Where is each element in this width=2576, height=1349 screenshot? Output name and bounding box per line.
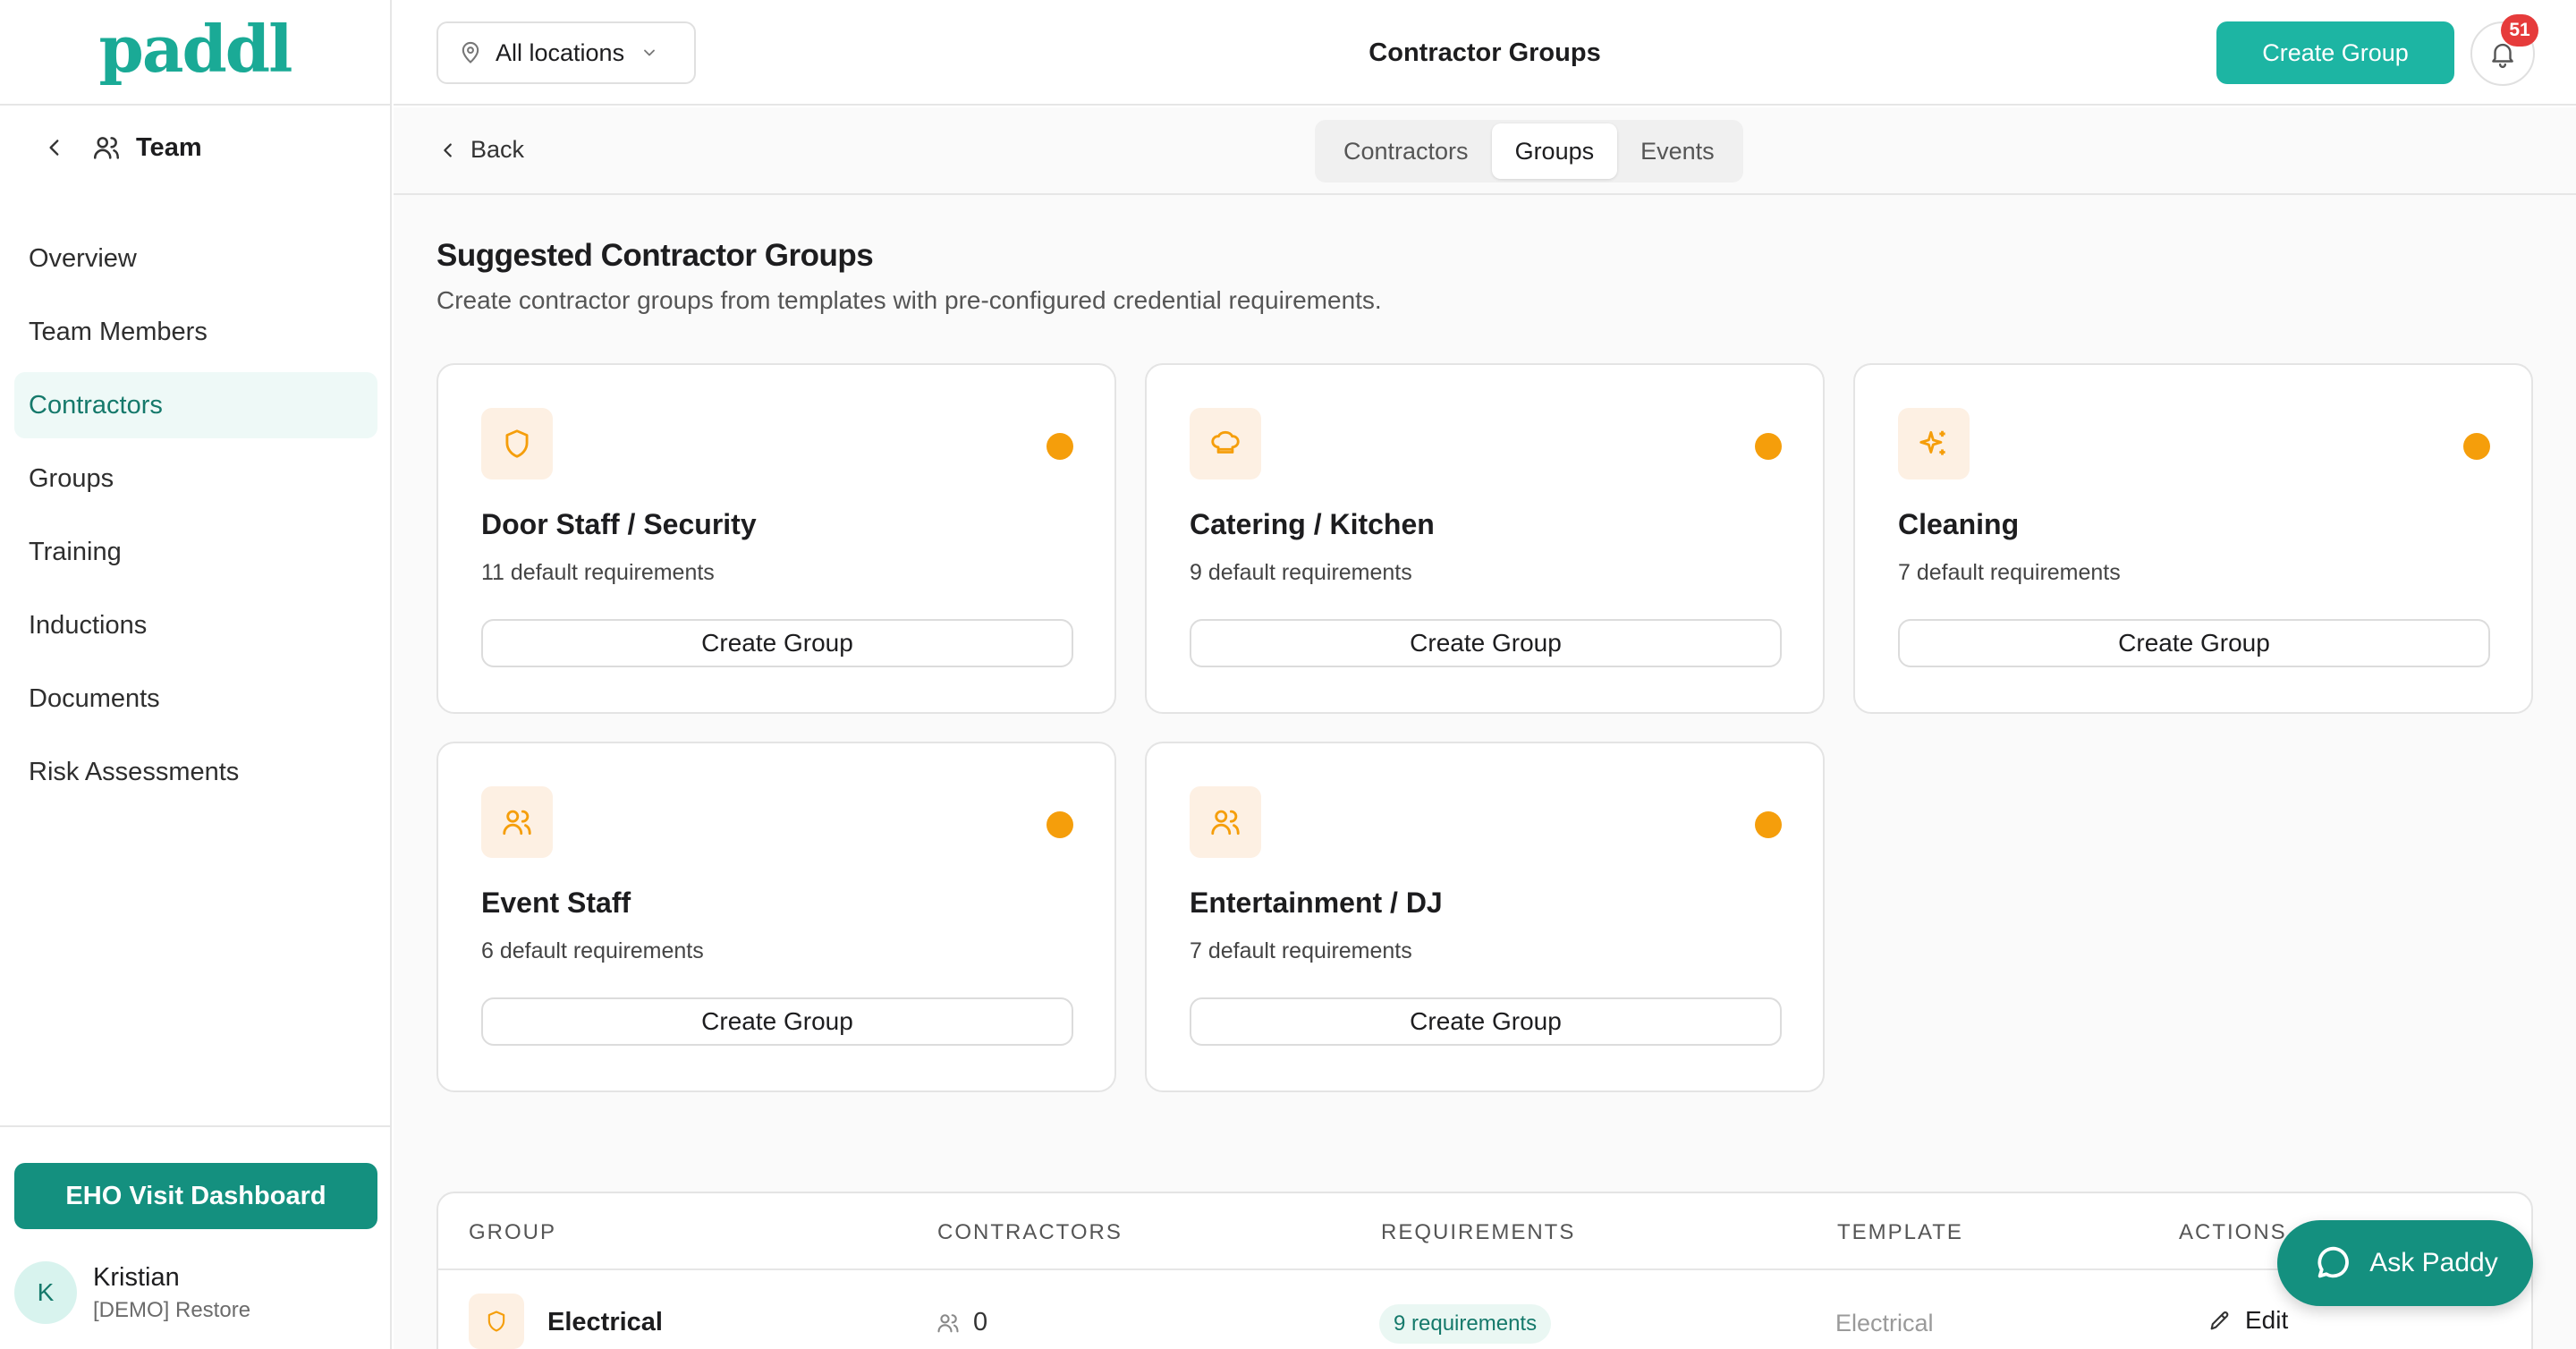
create-group-button[interactable]: Create Group	[481, 997, 1073, 1046]
sidebar-item-documents[interactable]: Documents	[14, 666, 377, 732]
user-info: Kristian [DEMO] Restore	[93, 1263, 250, 1323]
user-profile[interactable]: K Kristian [DEMO] Restore	[14, 1261, 250, 1324]
column-header-template[interactable]: TEMPLATE	[1837, 1220, 1963, 1245]
table-row[interactable]: Electrical 0 9 requirements Electrical E…	[438, 1272, 2531, 1349]
requirements-badge[interactable]: 9 requirements	[1379, 1304, 1552, 1344]
users-icon	[481, 786, 553, 858]
create-group-button[interactable]: Create Group	[2216, 21, 2454, 84]
template-card-catering: Catering / Kitchen 9 default requirement…	[1145, 363, 1825, 714]
sidebar-item-groups[interactable]: Groups	[14, 445, 377, 512]
status-dot	[1046, 433, 1073, 460]
tab-events[interactable]: Events	[1617, 123, 1738, 179]
card-title: Door Staff / Security	[481, 508, 757, 540]
card-requirements: 7 default requirements	[1190, 938, 1412, 963]
create-group-button[interactable]: Create Group	[1190, 997, 1782, 1046]
avatar: K	[14, 1261, 77, 1324]
ask-paddy-label: Ask Paddy	[2369, 1248, 2498, 1277]
card-requirements: 11 default requirements	[481, 560, 715, 585]
chat-bubble-icon	[2318, 1246, 2350, 1278]
section-title: Team	[136, 132, 202, 162]
card-requirements: 6 default requirements	[481, 938, 704, 963]
create-group-button[interactable]: Create Group	[1190, 619, 1782, 667]
user-name: Kristian	[93, 1262, 180, 1292]
status-dot	[1046, 811, 1073, 838]
sidebar-footer: EHO Visit Dashboard K Kristian [DEMO] Re…	[0, 1125, 390, 1349]
template-card-entertainment: Entertainment / DJ 7 default requirement…	[1145, 742, 1825, 1092]
chevron-down-icon	[640, 44, 658, 62]
sidebar-nav: Overview Team Members Contractors Groups…	[14, 225, 377, 812]
tab-contractors[interactable]: Contractors	[1320, 123, 1492, 179]
ask-paddy-button[interactable]: Ask Paddy	[2277, 1220, 2533, 1306]
location-select[interactable]: All locations	[436, 21, 696, 84]
chevron-left-icon[interactable]	[43, 136, 66, 159]
column-header-actions: ACTIONS	[2179, 1220, 2287, 1244]
paddl-logo[interactable]: paddl	[98, 17, 292, 81]
user-organization: [DEMO] Restore	[93, 1297, 251, 1322]
sidebar-item-training[interactable]: Training	[14, 519, 377, 585]
groups-table: GROUP CONTRACTORS REQUIREMENTS TEMPLATE …	[436, 1192, 2533, 1349]
card-title: Entertainment / DJ	[1190, 887, 1443, 919]
sidebar-item-team-members[interactable]: Team Members	[14, 299, 377, 365]
status-dot	[1755, 811, 1782, 838]
tab-groups[interactable]: Groups	[1491, 123, 1618, 179]
sidebar-item-risk-assessments[interactable]: Risk Assessments	[14, 739, 377, 805]
contractor-count: 0	[936, 1308, 987, 1337]
template-card-door-staff: Door Staff / Security 11 default require…	[436, 363, 1116, 714]
card-title: Cleaning	[1898, 508, 2020, 540]
main-content: Back Contractors Groups Events Suggested…	[394, 107, 2576, 1349]
sidebar-item-inductions[interactable]: Inductions	[14, 592, 377, 658]
top-bar: All locations Contractor Groups Create G…	[394, 0, 2576, 106]
column-header-contractors[interactable]: CONTRACTORS	[937, 1220, 1123, 1245]
shield-icon	[469, 1294, 524, 1349]
location-select-value: All locations	[496, 38, 625, 66]
chef-hat-icon	[1190, 408, 1261, 479]
status-dot	[1755, 433, 1782, 460]
card-requirements: 9 default requirements	[1190, 560, 1412, 585]
chevron-left-icon	[444, 142, 452, 157]
template-card-cleaning: Cleaning 7 default requirements Create G…	[1853, 363, 2533, 714]
back-label: Back	[470, 136, 525, 163]
back-button[interactable]: Back	[438, 136, 524, 164]
column-header-requirements[interactable]: REQUIREMENTS	[1381, 1220, 1575, 1245]
sub-navigation: Back Contractors Groups Events	[394, 107, 2576, 195]
template-name: Electrical	[1835, 1310, 1934, 1336]
column-header-group[interactable]: GROUP	[469, 1220, 556, 1245]
map-pin-icon	[458, 40, 483, 65]
logo-area: paddl	[0, 0, 390, 106]
suggested-groups-title: Suggested Contractor Groups	[436, 238, 874, 273]
users-icon	[91, 132, 122, 163]
notification-count-badge: 51	[2501, 14, 2538, 47]
template-card-event-staff: Event Staff 6 default requirements Creat…	[436, 742, 1116, 1092]
contractor-count-value: 0	[973, 1308, 988, 1336]
sparkles-icon	[1898, 408, 1970, 479]
team-header: Team	[43, 132, 202, 163]
status-dot	[2463, 433, 2490, 460]
sidebar-item-overview[interactable]: Overview	[14, 225, 377, 292]
sidebar: paddl Team Overview Team Members Contrac…	[0, 0, 392, 1349]
eho-visit-dashboard-button[interactable]: EHO Visit Dashboard	[14, 1163, 377, 1229]
group-name[interactable]: Electrical	[547, 1308, 663, 1337]
card-title: Event Staff	[481, 887, 631, 919]
pencil-icon	[2210, 1311, 2229, 1330]
shield-icon	[481, 408, 553, 479]
users-icon	[1190, 786, 1261, 858]
users-icon	[937, 1313, 959, 1332]
create-group-button[interactable]: Create Group	[481, 619, 1073, 667]
tab-group: Contractors Groups Events	[1315, 120, 1743, 182]
suggested-groups-subtitle: Create contractor groups from templates …	[436, 286, 1382, 314]
table-header: GROUP CONTRACTORS REQUIREMENTS TEMPLATE …	[438, 1193, 2531, 1270]
edit-label: Edit	[2245, 1306, 2289, 1334]
sidebar-item-contractors[interactable]: Contractors	[14, 372, 377, 438]
edit-button[interactable]: Edit	[2207, 1306, 2288, 1335]
card-requirements: 7 default requirements	[1898, 560, 2121, 585]
create-group-button[interactable]: Create Group	[1898, 619, 2490, 667]
card-title: Catering / Kitchen	[1190, 508, 1435, 540]
